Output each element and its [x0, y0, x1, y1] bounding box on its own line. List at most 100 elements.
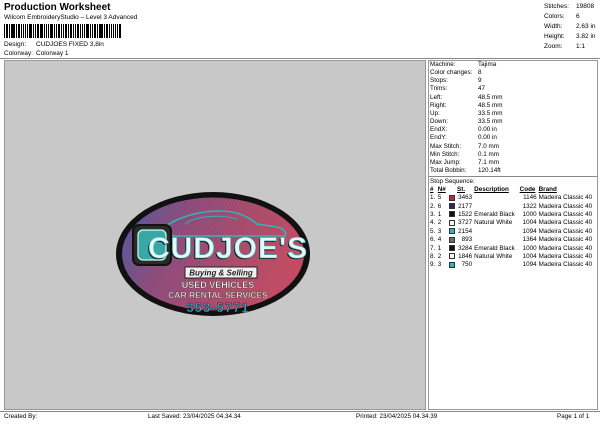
- machine-label: Right:: [430, 101, 447, 109]
- cell-code: 1000: [522, 244, 537, 252]
- table-row: 9. 3 750 1094 Madeira Classic 40: [429, 261, 597, 269]
- machine-label: Max Jump:: [430, 158, 461, 166]
- machine-value: 8: [478, 69, 482, 77]
- stat-row: Stitches: 19808: [544, 2, 596, 12]
- cell-stitches: 3727: [458, 219, 473, 227]
- cell-needle: 2: [437, 219, 442, 227]
- cell-index: 2.: [430, 202, 436, 210]
- cell-brand: Madeira Classic 40: [538, 219, 593, 227]
- cell-code: 1094: [522, 227, 537, 235]
- table-row: 3. 1 1522 Emerald Black 1000 Madeira Classic …: [429, 211, 597, 219]
- cell-description: [473, 261, 519, 269]
- software-subtitle: Wilcom EmbroideryStudio – Level 3 Advanc…: [4, 14, 138, 21]
- colorway-value: Colorway 1: [36, 50, 69, 57]
- cell-index: 6.: [430, 236, 436, 244]
- stop-sequence-table: # N# St. Description Code Brand 1. 5 3463 1…: [429, 186, 597, 270]
- cell-index: 7.: [430, 244, 436, 252]
- stat-value: 3.82 in: [576, 33, 596, 40]
- col-header-brand: Brand: [538, 186, 557, 194]
- cell-swatch: [448, 211, 457, 219]
- cell-stitches: 750: [461, 261, 473, 269]
- machine-value: 7.1 mm: [478, 158, 499, 166]
- machine-label: Left:: [430, 93, 443, 101]
- design-value: CUDJOES FIXED 3,8in: [36, 41, 104, 48]
- panel-divider: [429, 176, 597, 178]
- cell-index: 3.: [430, 211, 436, 218]
- machine-row: Total Bobbin: 120.14ft: [429, 167, 597, 175]
- cell-brand: Madeira Classic 40: [538, 227, 593, 235]
- cell-index: 1.: [430, 194, 436, 202]
- machine-value: 33.5 mm: [478, 118, 503, 126]
- cell-index: 9.: [430, 261, 436, 269]
- cell-swatch: [448, 219, 457, 227]
- stat-value: 1:1: [576, 43, 586, 50]
- machine-row: Stops: 9: [429, 77, 597, 85]
- cell-needle: 6: [437, 202, 442, 210]
- design-label: Design:: [4, 41, 27, 48]
- machine-row: Max Jump: 7.1 mm: [429, 159, 597, 167]
- stat-label: Width:: [544, 23, 563, 30]
- color-swatch: [448, 253, 455, 260]
- cell-description: [473, 228, 519, 236]
- cell-stitches: 1846: [458, 253, 473, 261]
- footer-page: Page 1 of 1: [557, 413, 590, 420]
- cell-code: 1094: [522, 261, 537, 269]
- header-divider: [0, 58, 600, 59]
- machine-row: EndX: 0.00 in: [429, 126, 597, 134]
- page-title: Production Worksheet: [4, 2, 111, 13]
- cell-stitches: 1522: [458, 211, 473, 218]
- machine-value: 0.1 mm: [478, 150, 499, 158]
- table-row: 6. 4 893 1364 Madeira Classic 40: [429, 236, 597, 244]
- barcode: [4, 24, 122, 38]
- col-header-description: Description: [474, 186, 509, 194]
- cell-swatch: [448, 202, 457, 211]
- footer-last-saved: Last Saved: 23/04/2025 04.34.34: [148, 413, 241, 420]
- cell-description: [473, 203, 519, 211]
- machine-label: EndX:: [430, 126, 448, 134]
- color-swatch: [448, 228, 455, 235]
- color-swatch: [448, 211, 455, 218]
- cell-description: Natural White: [474, 219, 513, 227]
- color-swatch: [448, 244, 455, 251]
- cell-stitches: 893: [461, 236, 473, 244]
- cell-code: 1000: [522, 211, 537, 218]
- machine-value: 48.5 mm: [478, 93, 503, 101]
- machine-row: Color changes: 8: [429, 69, 597, 77]
- machine-label: Min Stitch:: [430, 150, 460, 158]
- machine-info: Machine: Tajima Color changes: 8 Stops: 9 T…: [429, 61, 597, 175]
- table-row: 8. 2 1846 Natural White 1004 Madeira Classic …: [429, 253, 597, 261]
- machine-label: EndY:: [430, 134, 447, 142]
- cell-index: 5.: [430, 227, 436, 235]
- machine-row: Right: 48.5 mm: [429, 102, 597, 110]
- cell-brand: Madeira Classic 40: [538, 194, 593, 202]
- machine-label: Max Stitch:: [430, 142, 462, 150]
- table-row: 2. 6 2177 1322 Madeira Classic 40: [429, 203, 597, 211]
- machine-value: 9: [478, 77, 482, 85]
- machine-row: Down: 33.5 mm: [429, 118, 597, 126]
- cell-brand: Madeira Classic 40: [538, 211, 593, 218]
- machine-value: 48.5 mm: [478, 101, 503, 109]
- machine-label: Color changes:: [430, 69, 473, 77]
- cell-brand: Madeira Classic 40: [538, 202, 593, 210]
- table-header-row: # N# St. Description Code Brand: [429, 186, 597, 194]
- stat-value: 2.63 in: [576, 23, 596, 30]
- cell-code: 1004: [522, 253, 537, 261]
- cell-stitches: 3284: [458, 244, 473, 252]
- cell-needle: 4: [437, 236, 442, 244]
- stat-value: 19808: [576, 3, 595, 10]
- cell-description: [473, 236, 519, 244]
- col-header-swatch: [448, 186, 457, 194]
- cell-swatch: [448, 194, 457, 202]
- machine-row: Trims: 47: [429, 85, 597, 93]
- machine-value: 33.5 mm: [478, 109, 503, 117]
- cell-needle: 1: [437, 211, 442, 218]
- machine-label: Trims:: [430, 85, 448, 93]
- design-tagline: Buying & Selling: [189, 269, 253, 278]
- table-row: 5. 3 2154 1094 Madeira Classic 40: [429, 228, 597, 236]
- colorway-line: Colorway: Colorway 1: [4, 50, 69, 57]
- design-line-2: CAR RENTAL SERVICES: [168, 290, 268, 300]
- table-row: 1. 5 3463 1146 Madeira Classic 40: [429, 194, 597, 202]
- machine-label: Down:: [430, 118, 448, 126]
- stat-value: 6: [576, 13, 580, 20]
- cell-description: [473, 194, 519, 202]
